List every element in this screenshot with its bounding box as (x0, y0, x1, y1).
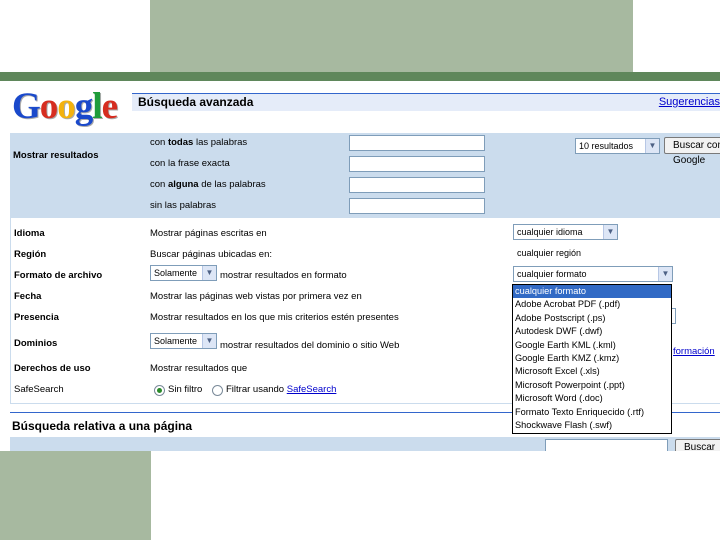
region-label: Región (14, 249, 47, 260)
chevron-down-icon: ▼ (603, 225, 617, 239)
any-words-input[interactable] (349, 177, 485, 193)
format-option[interactable]: Microsoft Powerpoint (.ppt) (513, 379, 671, 392)
format-option[interactable]: Microsoft Word (.doc) (513, 392, 671, 405)
any-words-label: con alguna de las palabras (150, 179, 266, 190)
slide-decoration-top (150, 0, 633, 72)
format-text: mostrar resultados en formato (220, 270, 347, 281)
logo-letter: o (39, 86, 58, 127)
without-words-label: sin las palabras (150, 200, 217, 211)
format-option[interactable]: cualquier formato (513, 285, 671, 299)
safesearch-on-radio[interactable] (212, 385, 223, 396)
presence-text: Mostrar resultados en los que mis criter… (150, 312, 399, 323)
tips-link[interactable]: Sugerencias (659, 96, 720, 108)
domains-mode-select[interactable]: Solamente ▼ (150, 333, 217, 349)
region-select[interactable]: cualquier región (513, 245, 618, 261)
page-title: Búsqueda avanzada (138, 95, 254, 109)
without-words-input[interactable] (349, 198, 485, 214)
language-select[interactable]: cualquier idioma ▼ (513, 224, 618, 240)
language-text: Mostrar páginas escritas en (150, 228, 267, 239)
language-label: Idioma (14, 228, 45, 239)
related-search-button[interactable]: Buscar (675, 439, 720, 451)
related-url-input[interactable] (545, 439, 668, 451)
format-dropdown-list[interactable]: cualquier formato Adobe Acrobat PDF (.pdf… (512, 284, 672, 434)
logo-letter: e (101, 86, 118, 127)
search-button[interactable]: Buscar con Google (664, 137, 720, 166)
format-option[interactable]: Shockwave Flash (.swf) (513, 419, 671, 432)
safesearch-off-radio[interactable] (154, 385, 165, 396)
date-label: Fecha (14, 291, 42, 302)
safesearch-link[interactable]: SafeSearch (287, 384, 337, 395)
results-count-select[interactable]: 10 resultados ▼ (575, 138, 660, 154)
all-words-input[interactable] (349, 135, 485, 151)
google-logo[interactable]: Google (12, 85, 118, 129)
logo-letter: o (57, 86, 75, 127)
chevron-down-icon: ▼ (202, 266, 216, 280)
region-text: Buscar páginas ubicadas en: (150, 249, 272, 260)
logo-letter: l (92, 86, 102, 127)
format-option[interactable]: Autodesk DWF (.dwf) (513, 325, 671, 338)
more-info-link[interactable]: formación (673, 346, 715, 357)
format-option[interactable]: Adobe Postscript (.ps) (513, 312, 671, 325)
all-words-label: con todas las palabras (150, 137, 248, 148)
logo-letter: G (12, 86, 41, 127)
safesearch-label: SafeSearch (14, 384, 64, 395)
format-label: Formato de archivo (14, 270, 103, 281)
presence-label: Presencia (14, 312, 59, 323)
format-select[interactable]: cualquier formato ▼ (513, 266, 673, 282)
domains-label: Dominios (14, 338, 58, 349)
domains-text: mostrar resultados del dominio o sitio W… (220, 340, 400, 351)
exact-phrase-label: con la frase exacta (150, 158, 230, 169)
format-option[interactable]: Google Earth KML (.kml) (513, 339, 671, 352)
related-search-band: Buscar (10, 437, 720, 451)
format-option[interactable]: Formato Texto Enriquecido (.rtf) (513, 406, 671, 419)
advanced-search-screenshot: Google Búsqueda avanzada Sugerencias Mos… (0, 81, 720, 451)
format-option[interactable]: Adobe Acrobat PDF (.pdf) (513, 298, 671, 311)
results-section: Mostrar resultados con todas las palabra… (10, 133, 720, 218)
format-mode-select[interactable]: Solamente ▼ (150, 265, 217, 281)
slide-decoration-bar (0, 72, 720, 81)
format-option[interactable]: Google Earth KMZ (.kmz) (513, 352, 671, 365)
usage-text: Mostrar resultados que (150, 363, 248, 374)
logo-letter: g (74, 86, 93, 127)
format-option[interactable]: Microsoft Excel (.xls) (513, 365, 671, 378)
safesearch-on-label: Filtrar usando SafeSearch (226, 384, 337, 395)
chevron-down-icon: ▼ (645, 139, 659, 153)
related-search-title: Búsqueda relativa a una página (12, 419, 193, 433)
usage-label: Derechos de uso (14, 363, 91, 374)
date-text: Mostrar las páginas web vistas por prime… (150, 291, 362, 302)
title-band: Búsqueda avanzada Sugerencias (132, 93, 720, 111)
chevron-down-icon: ▼ (658, 267, 672, 281)
results-label: Mostrar resultados (13, 150, 99, 161)
slide-decoration-bottom (0, 451, 151, 540)
chevron-down-icon: ▼ (202, 334, 216, 348)
exact-phrase-input[interactable] (349, 156, 485, 172)
safesearch-off-label: Sin filtro (168, 384, 203, 395)
